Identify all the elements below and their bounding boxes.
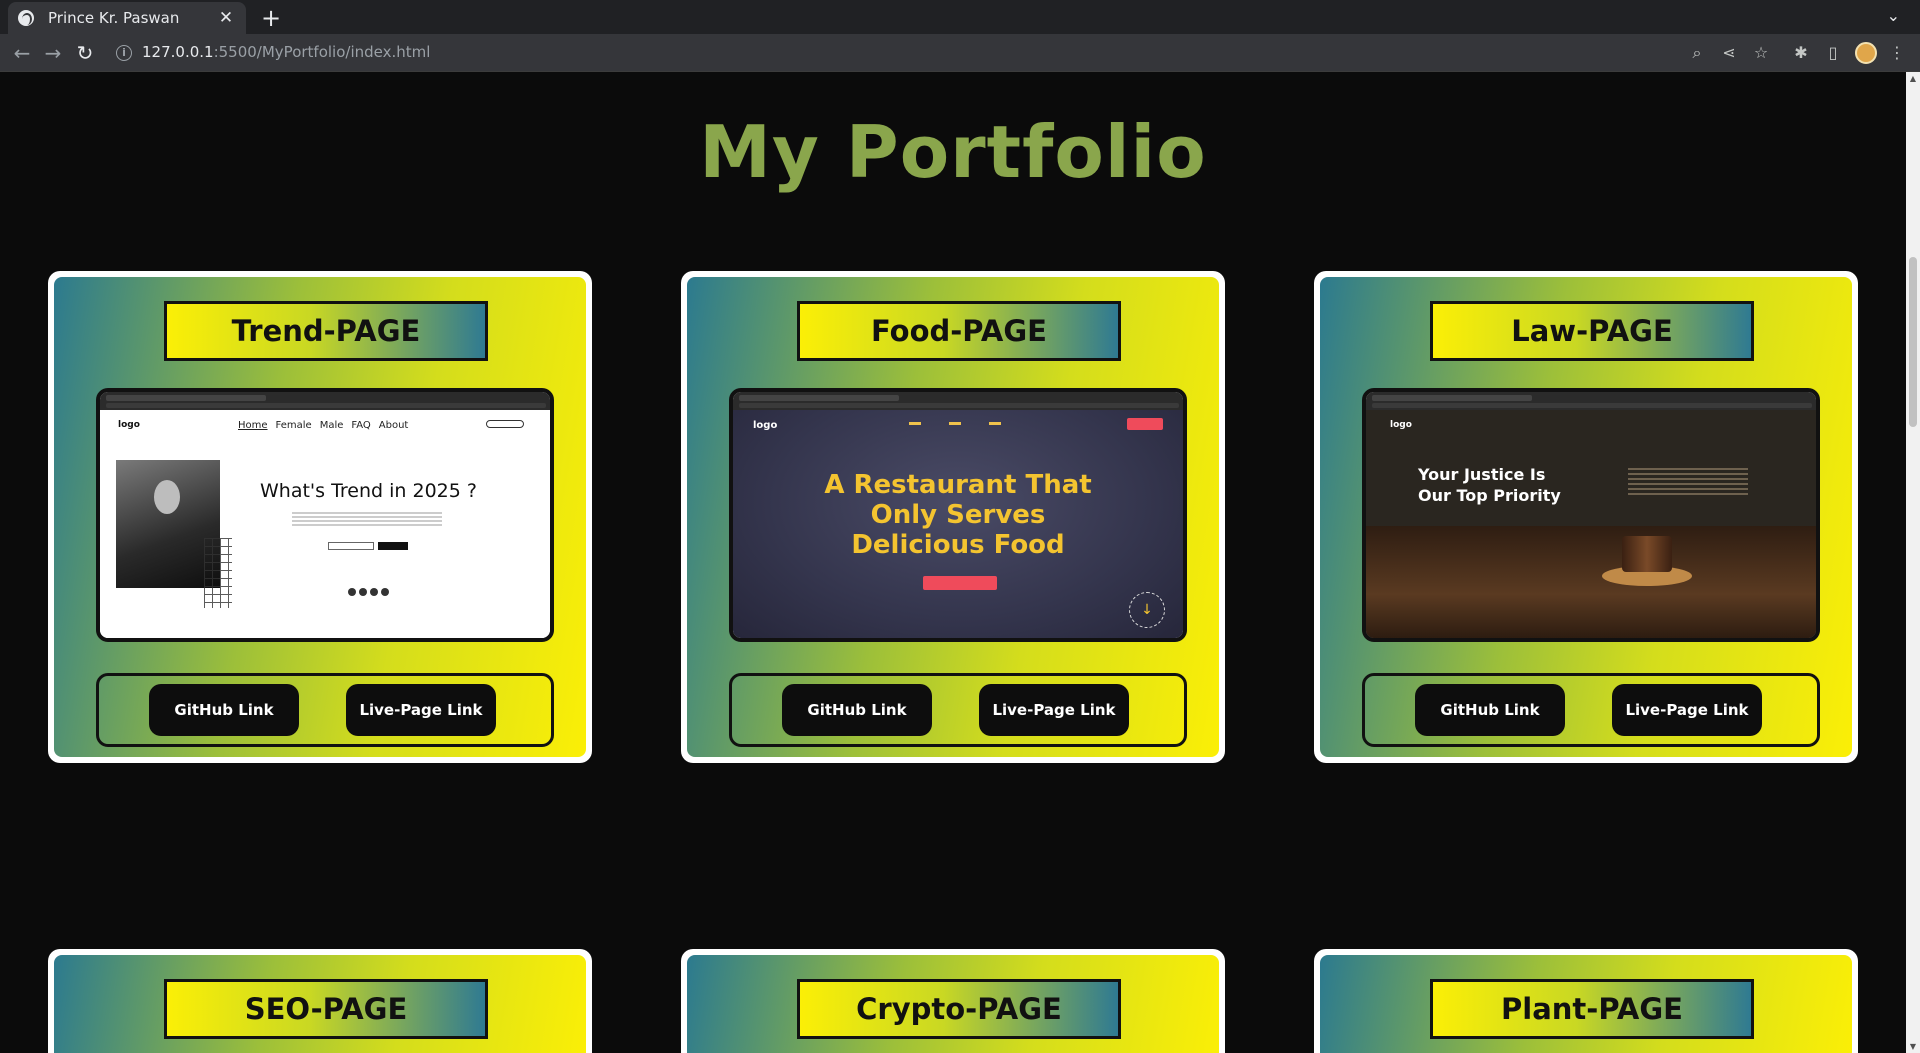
address-bar[interactable]: 127.0.0.1:5500/MyPortfolio/index.html	[142, 43, 430, 61]
preview-menu-button	[923, 576, 997, 590]
preview-email-field	[328, 542, 374, 550]
project-title: Trend-PAGE	[164, 301, 488, 361]
preview-heading-line: A Restaurant That	[824, 470, 1092, 500]
preview-logo: logo	[118, 420, 140, 430]
project-card-seo: SEO-PAGE	[48, 949, 592, 1053]
preview-heading-line: Our Top Priority	[1418, 486, 1561, 505]
live-page-link-button[interactable]: Live-Page Link	[979, 684, 1129, 736]
preview-social-icons	[348, 588, 389, 596]
scroll-down-arrow-icon[interactable]: ▼	[1908, 1042, 1918, 1051]
project-card-crypto: Crypto-PAGE	[681, 949, 1225, 1053]
github-link-button[interactable]: GitHub Link	[782, 684, 932, 736]
page-scrollbar[interactable]: ▲ ▼	[1906, 72, 1920, 1053]
back-arrow-icon[interactable]: ←	[9, 40, 35, 66]
url-host: 127.0.0.1	[142, 43, 214, 61]
new-tab-button[interactable]: +	[258, 4, 284, 32]
portfolio-page: My Portfolio Trend-PAGE logo Home Female…	[0, 72, 1906, 1053]
preview-paragraph	[1628, 468, 1748, 496]
project-title: Plant-PAGE	[1430, 979, 1754, 1039]
preview-join-button	[378, 542, 408, 550]
project-screenshot: logo Your Justice Is Our Top Priority	[1362, 388, 1820, 642]
preview-logo: logo	[753, 420, 778, 431]
preview-logo: logo	[1390, 420, 1412, 430]
project-card-trend: Trend-PAGE logo Home Female Male FAQ Abo…	[48, 271, 592, 763]
preview-nav	[909, 422, 1029, 425]
live-page-link-button[interactable]: Live-Page Link	[1612, 684, 1762, 736]
preview-nav-item: Home	[238, 420, 268, 431]
project-card-plant: Plant-PAGE	[1314, 949, 1858, 1053]
scroll-up-arrow-icon[interactable]: ▲	[1908, 74, 1918, 83]
share-icon[interactable]: ⋖	[1718, 42, 1740, 64]
github-link-button[interactable]: GitHub Link	[149, 684, 299, 736]
browser-tab-strip: Prince Kr. Paswan ✕ + ⌄	[0, 0, 1920, 34]
link-button-group: GitHub Link Live-Page Link	[1362, 673, 1820, 747]
url-path: :5500/MyPortfolio/index.html	[213, 43, 431, 61]
preview-decoration	[204, 538, 232, 608]
preview-heading-line: Delicious Food	[851, 530, 1065, 560]
project-screenshot: logo A Restaurant That Only Serves Delic…	[729, 388, 1187, 642]
globe-icon	[18, 10, 34, 26]
tab-title: Prince Kr. Paswan	[48, 9, 180, 27]
project-screenshot: logo Home Female Male FAQ About What's T…	[96, 388, 554, 642]
project-title: SEO-PAGE	[164, 979, 488, 1039]
preview-paragraph	[292, 512, 442, 526]
project-title: Food-PAGE	[797, 301, 1121, 361]
page-title: My Portfolio	[699, 110, 1207, 194]
preview-heading: Your Justice Is Our Top Priority	[1418, 464, 1568, 506]
profile-avatar[interactable]	[1855, 42, 1877, 64]
preview-nav-item: Male	[319, 420, 344, 431]
preview-search	[486, 420, 524, 428]
project-card-food: Food-PAGE logo A Restaurant That Only Se…	[681, 271, 1225, 763]
info-icon[interactable]: i	[116, 45, 132, 61]
scrollbar-thumb[interactable]	[1909, 257, 1917, 427]
arrow-down-icon: ↓	[1129, 592, 1165, 628]
project-title: Crypto-PAGE	[797, 979, 1121, 1039]
reload-icon[interactable]: ↻	[72, 40, 98, 66]
bookmark-star-icon[interactable]: ☆	[1750, 42, 1772, 64]
preview-heading: A Restaurant That Only Serves Delicious …	[733, 470, 1183, 560]
extensions-icon[interactable]: ✱	[1790, 42, 1812, 64]
browser-tab[interactable]: Prince Kr. Paswan ✕	[8, 2, 246, 34]
forward-arrow-icon[interactable]: →	[40, 40, 66, 66]
preview-nav-item: About	[378, 420, 409, 431]
menu-kebab-icon[interactable]: ⋮	[1886, 42, 1908, 64]
preview-heading-line: Only Serves	[870, 500, 1046, 530]
preview-nav-item: Female	[275, 420, 312, 431]
link-button-group: GitHub Link Live-Page Link	[96, 673, 554, 747]
chevron-down-icon[interactable]: ⌄	[1887, 6, 1900, 25]
preview-nav-item: FAQ	[351, 420, 371, 431]
live-page-link-button[interactable]: Live-Page Link	[346, 684, 496, 736]
preview-order-button	[1127, 418, 1163, 430]
link-button-group: GitHub Link Live-Page Link	[729, 673, 1187, 747]
zoom-icon[interactable]: ⌕	[1686, 42, 1708, 64]
browser-toolbar: ← → ↻ i 127.0.0.1:5500/MyPortfolio/index…	[0, 34, 1920, 72]
preview-nav: Home Female Male FAQ About	[238, 420, 408, 431]
project-title: Law-PAGE	[1430, 301, 1754, 361]
preview-gavel-photo	[1366, 526, 1816, 638]
github-link-button[interactable]: GitHub Link	[1415, 684, 1565, 736]
close-icon[interactable]: ✕	[216, 8, 236, 28]
side-panel-icon[interactable]: ▯	[1822, 42, 1844, 64]
project-card-law: Law-PAGE logo Your Justice Is Our Top Pr…	[1314, 271, 1858, 763]
preview-heading: What's Trend in 2025 ?	[260, 480, 477, 502]
gavel-head	[1622, 536, 1672, 572]
preview-heading-line: Your Justice Is	[1418, 465, 1546, 484]
